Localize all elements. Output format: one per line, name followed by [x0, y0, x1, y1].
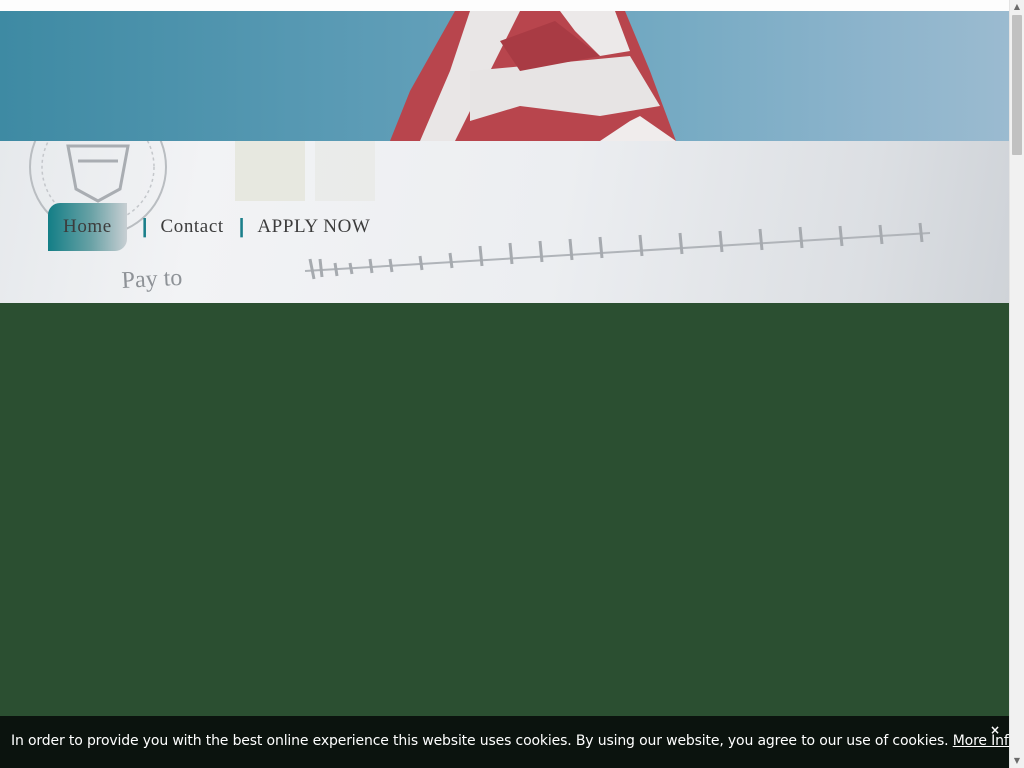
hero-banner-image	[0, 11, 1009, 141]
flag-image	[390, 11, 676, 141]
nav-apply-now-link[interactable]: APPLY NOW	[257, 203, 370, 251]
nav-home-link[interactable]: Home	[48, 203, 127, 251]
more-info-link[interactable]: More Info	[953, 733, 1017, 749]
main-content-area	[0, 303, 1009, 716]
nav-separator: |	[141, 215, 148, 238]
vertical-scrollbar[interactable]: ▲ ▼	[1009, 0, 1024, 768]
scrollbar-thumb[interactable]	[1012, 15, 1022, 155]
cookie-message: In order to provide you with the best on…	[11, 733, 1021, 749]
nav-separator: |	[238, 215, 245, 238]
scroll-up-icon[interactable]: ▲	[1010, 0, 1024, 14]
check-pay-to-text: Pay to	[121, 265, 183, 294]
nav-contact-link[interactable]: Contact	[160, 203, 223, 251]
scroll-down-icon[interactable]: ▼	[1010, 754, 1024, 768]
main-navigation: Home | Contact | APPLY NOW	[48, 203, 370, 251]
cookie-banner: × In order to provide you with the best …	[0, 716, 1021, 768]
cookie-message-text: In order to provide you with the best on…	[11, 733, 949, 749]
